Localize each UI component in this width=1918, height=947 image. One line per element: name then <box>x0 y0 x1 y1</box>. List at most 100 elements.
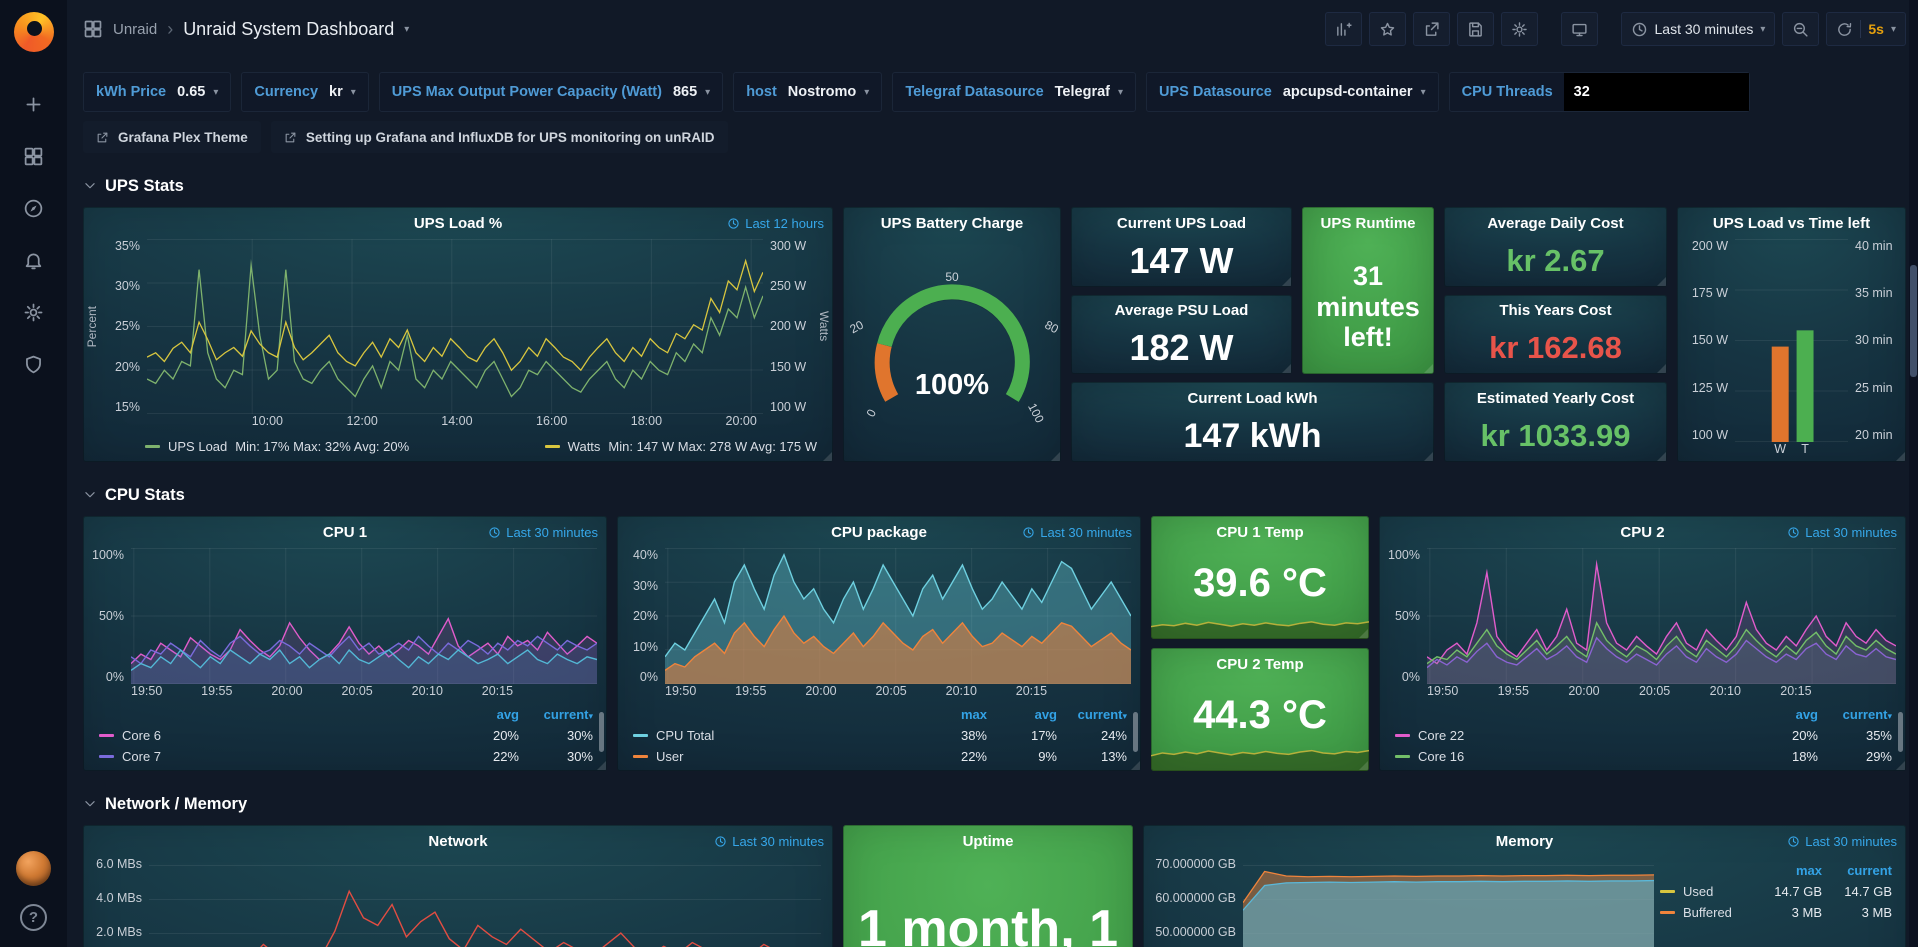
panel-header[interactable]: UPS Battery Charge <box>843 207 1061 239</box>
sidebar: ? <box>0 0 67 947</box>
sidebar-item-server-admin[interactable] <box>22 352 46 376</box>
panel-header[interactable]: CPU 1 Temp <box>1151 516 1369 548</box>
panel-header[interactable]: Current UPS Load <box>1071 207 1292 239</box>
legend-col-header[interactable]: max <box>917 707 987 722</box>
variable-ups-datasource[interactable]: UPS Datasourceapcupsd-container▾ <box>1146 72 1439 112</box>
plot-area[interactable] <box>147 239 763 414</box>
panel-time-range[interactable]: Last 12 hours <box>727 216 824 231</box>
section-network-memory[interactable]: Network / Memory <box>83 791 1906 817</box>
dashboard-grid-icon[interactable] <box>83 19 103 39</box>
panel-header[interactable]: CPU package Last 30 minutes <box>617 516 1141 548</box>
time-range-picker[interactable]: Last 30 minutes ▾ <box>1621 12 1776 46</box>
panel-header[interactable]: Uptime <box>843 825 1133 857</box>
help-icon[interactable]: ? <box>20 904 47 931</box>
plot-area[interactable] <box>1427 548 1896 684</box>
legend-col-header[interactable]: current▾ <box>1057 707 1127 722</box>
plot-area[interactable] <box>1243 857 1654 947</box>
section-ups-stats[interactable]: UPS Stats <box>83 173 1906 199</box>
link-grafana-plex-theme[interactable]: Grafana Plex Theme <box>83 121 261 153</box>
panel-header[interactable]: CPU 2 Temp <box>1151 648 1369 680</box>
panel-header[interactable]: Estimated Yearly Cost <box>1444 382 1667 414</box>
variable-value[interactable]: 865▾ <box>673 84 710 100</box>
variable-telegraf-datasource[interactable]: Telegraf DatasourceTelegraf▾ <box>892 72 1136 112</box>
link-ups-monitoring-guide[interactable]: Setting up Grafana and InfluxDB for UPS … <box>271 121 728 153</box>
plot-area[interactable] <box>131 548 597 684</box>
variable-host[interactable]: hostNostromo▾ <box>733 72 882 112</box>
variable-ups-max-output[interactable]: UPS Max Output Power Capacity (Watt)865▾ <box>379 72 723 112</box>
panel-time-range[interactable]: Last 30 minutes <box>1022 525 1132 540</box>
variable-value[interactable]: kr▾ <box>329 84 356 100</box>
panel-time-range[interactable]: Last 30 minutes <box>1787 834 1897 849</box>
legend-item[interactable]: Core 22 <box>1395 728 1744 743</box>
tv-mode-button[interactable] <box>1561 12 1598 46</box>
panel-header[interactable]: Current Load kWh <box>1071 382 1434 414</box>
legend-col-header[interactable]: current <box>1822 863 1892 878</box>
legend-item[interactable]: User <box>633 749 917 764</box>
breadcrumb-folder[interactable]: Unraid <box>113 21 157 38</box>
refresh-picker[interactable]: 5s ▾ <box>1826 12 1906 46</box>
variable-value[interactable]: Telegraf▾ <box>1055 84 1123 100</box>
legend-scrollbar[interactable] <box>599 712 604 752</box>
zoom-out-button[interactable] <box>1782 12 1819 46</box>
panel-header[interactable]: CPU 2 Last 30 minutes <box>1379 516 1906 548</box>
plot-area[interactable] <box>665 548 1131 684</box>
panel-header[interactable]: UPS Runtime <box>1302 207 1434 239</box>
legend-item[interactable]: Buffered <box>1660 905 1752 920</box>
legend-col-header[interactable]: avg <box>987 707 1057 722</box>
legend-item-ups-load[interactable]: UPS LoadMin: 17% Max: 32% Avg: 20% <box>145 439 409 454</box>
star-dashboard-button[interactable] <box>1369 12 1406 46</box>
variable-kwh-price[interactable]: kWh Price0.65▾ <box>83 72 231 112</box>
panel-header[interactable]: UPS Load vs Time left <box>1677 207 1906 239</box>
variable-value[interactable]: Nostromo▾ <box>788 84 870 100</box>
legend-col-header[interactable]: avg <box>445 707 519 722</box>
panel-time-range[interactable]: Last 30 minutes <box>1787 525 1897 540</box>
panel-title: UPS Load % <box>414 215 502 232</box>
share-dashboard-button[interactable] <box>1413 12 1450 46</box>
page-title[interactable]: Unraid System Dashboard <box>183 19 394 40</box>
grafana-logo-icon[interactable] <box>14 12 54 52</box>
panel-header[interactable]: Memory Last 30 minutes <box>1143 825 1906 857</box>
legend-item[interactable]: Core 6 <box>99 728 445 743</box>
panel-time-range[interactable]: Last 30 minutes <box>714 834 824 849</box>
avatar[interactable] <box>16 851 51 886</box>
panel-header[interactable]: Average PSU Load <box>1071 295 1292 327</box>
dashboard-settings-button[interactable] <box>1501 12 1538 46</box>
legend-item[interactable]: CPU Total <box>633 728 917 743</box>
variable-currency[interactable]: Currencykr▾ <box>241 72 368 112</box>
cpu-threads-input[interactable]: 32 <box>1564 73 1749 111</box>
page-scrollbar-thumb[interactable] <box>1910 265 1917 377</box>
legend-scrollbar[interactable] <box>1133 712 1138 752</box>
legend-col-header[interactable]: current▾ <box>1818 707 1892 722</box>
legend-col-header[interactable]: max <box>1752 863 1822 878</box>
panel-header[interactable]: Average Daily Cost <box>1444 207 1667 239</box>
stat-value: kr 2.67 <box>1444 239 1667 287</box>
page-scrollbar[interactable] <box>1909 0 1918 947</box>
section-cpu-stats[interactable]: CPU Stats <box>83 482 1906 508</box>
panel-header[interactable]: CPU 1 Last 30 minutes <box>83 516 607 548</box>
legend-item[interactable]: Core 7 <box>99 749 445 764</box>
variable-value[interactable]: 0.65▾ <box>177 84 218 100</box>
legend-col-header[interactable]: avg <box>1744 707 1818 722</box>
panel-time-range[interactable]: Last 30 minutes <box>488 525 598 540</box>
panel-header[interactable]: UPS Load % Last 12 hours <box>83 207 833 239</box>
legend-item-watts[interactable]: WattsMin: 147 W Max: 278 W Avg: 175 W <box>545 439 817 454</box>
legend-item[interactable]: Core 16 <box>1395 749 1744 764</box>
panel-header[interactable]: This Years Cost <box>1444 295 1667 327</box>
panel-title: Estimated Yearly Cost <box>1477 390 1634 407</box>
sidebar-item-create[interactable] <box>22 92 46 116</box>
sidebar-item-alerting[interactable] <box>22 248 46 272</box>
caret-down-icon[interactable]: ▾ <box>404 24 409 35</box>
panel-header[interactable]: Network Last 30 minutes <box>83 825 833 857</box>
sidebar-item-dashboards[interactable] <box>22 144 46 168</box>
plot-area[interactable] <box>1735 239 1848 442</box>
save-dashboard-button[interactable] <box>1457 12 1494 46</box>
legend-col-header[interactable]: current▾ <box>519 707 593 722</box>
save-icon <box>1467 21 1484 38</box>
add-panel-button[interactable] <box>1325 12 1362 46</box>
legend-item[interactable]: Used <box>1660 884 1752 899</box>
sidebar-item-explore[interactable] <box>22 196 46 220</box>
legend-scrollbar[interactable] <box>1898 712 1903 752</box>
sidebar-item-configuration[interactable] <box>22 300 46 324</box>
variable-value[interactable]: apcupsd-container▾ <box>1283 84 1426 100</box>
plot-area[interactable] <box>149 857 821 947</box>
